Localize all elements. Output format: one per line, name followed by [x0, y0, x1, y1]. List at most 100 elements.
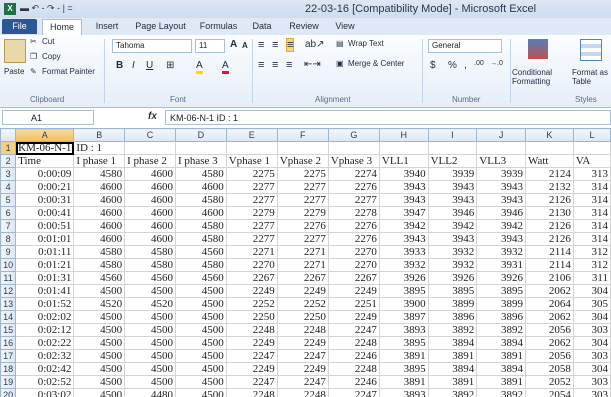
- wrap-text-button[interactable]: Wrap Text: [348, 39, 384, 48]
- cell[interactable]: Vphase 2: [276, 154, 329, 168]
- cell[interactable]: 3893: [378, 323, 429, 337]
- cell[interactable]: 3896: [427, 310, 478, 324]
- cell[interactable]: 4500: [174, 310, 227, 324]
- column-header-a[interactable]: A: [15, 128, 75, 142]
- cell[interactable]: 0:02:42: [15, 362, 75, 376]
- cell[interactable]: 2267: [327, 271, 380, 285]
- cell[interactable]: [225, 141, 278, 155]
- cell[interactable]: [476, 141, 526, 155]
- cell[interactable]: 2249: [327, 310, 380, 324]
- cell[interactable]: 4600: [124, 193, 176, 207]
- cell[interactable]: 2252: [276, 297, 329, 311]
- cell[interactable]: 2247: [225, 375, 278, 389]
- format-as-table-button[interactable]: Format as Table: [572, 68, 611, 86]
- cell[interactable]: 3897: [378, 310, 429, 324]
- cell[interactable]: 3932: [427, 245, 478, 259]
- cell[interactable]: 2248: [327, 336, 380, 350]
- cell[interactable]: 0:03:02: [15, 388, 75, 397]
- cell[interactable]: 3946: [476, 206, 526, 220]
- cell[interactable]: [524, 141, 574, 155]
- cell[interactable]: 2277: [327, 193, 380, 207]
- cell[interactable]: 0:02:52: [15, 375, 75, 389]
- cell[interactable]: 4600: [124, 180, 176, 194]
- cell[interactable]: 3894: [476, 336, 526, 350]
- cell[interactable]: 0:01:41: [15, 284, 75, 298]
- column-header-h[interactable]: H: [378, 128, 429, 142]
- cell[interactable]: 2126: [524, 193, 574, 207]
- cell[interactable]: 314: [572, 193, 611, 207]
- cell[interactable]: 2271: [276, 245, 329, 259]
- cell[interactable]: 4500: [174, 284, 227, 298]
- cell[interactable]: VLL2: [427, 154, 478, 168]
- cell[interactable]: 2247: [327, 323, 380, 337]
- cell[interactable]: 2270: [327, 245, 380, 259]
- cell[interactable]: 4500: [73, 362, 126, 376]
- cell[interactable]: 2249: [276, 362, 329, 376]
- cell[interactable]: 2114: [524, 258, 574, 272]
- cell[interactable]: 2279: [225, 206, 278, 220]
- cell[interactable]: 4500: [174, 375, 227, 389]
- cell[interactable]: 4600: [174, 206, 227, 220]
- cell[interactable]: 2054: [524, 388, 574, 397]
- cell[interactable]: 3946: [427, 206, 478, 220]
- cell[interactable]: 3939: [476, 167, 526, 181]
- cell[interactable]: 2132: [524, 180, 574, 194]
- cell[interactable]: 4580: [174, 258, 227, 272]
- cell[interactable]: 4600: [73, 180, 126, 194]
- cell[interactable]: 3891: [476, 349, 526, 363]
- cell[interactable]: 2052: [524, 375, 574, 389]
- cell[interactable]: 3942: [476, 219, 526, 233]
- cell[interactable]: 4500: [124, 349, 176, 363]
- cell[interactable]: 2062: [524, 284, 574, 298]
- cell[interactable]: 2279: [276, 206, 329, 220]
- align-bottom-icon[interactable]: ≡: [286, 38, 295, 52]
- cell[interactable]: 312: [572, 258, 611, 272]
- row-header[interactable]: 15: [0, 323, 17, 337]
- cell[interactable]: 312: [572, 245, 611, 259]
- cell[interactable]: 3939: [427, 167, 478, 181]
- cell[interactable]: 3940: [378, 167, 429, 181]
- cell[interactable]: 3943: [427, 180, 478, 194]
- currency-button[interactable]: $: [430, 60, 436, 71]
- cell[interactable]: VLL3: [476, 154, 526, 168]
- cell[interactable]: 4560: [174, 245, 227, 259]
- cell[interactable]: 4500: [124, 323, 176, 337]
- increase-decimal-button[interactable]: .00: [474, 60, 484, 67]
- cell[interactable]: 0:01:11: [15, 245, 75, 259]
- cell[interactable]: 2247: [276, 349, 329, 363]
- tab-view[interactable]: View: [330, 19, 360, 34]
- cell[interactable]: 4580: [174, 167, 227, 181]
- cell[interactable]: 4600: [73, 206, 126, 220]
- cell[interactable]: 3894: [427, 336, 478, 350]
- cell[interactable]: 303: [572, 388, 611, 397]
- cell[interactable]: 0:00:41: [15, 206, 75, 220]
- cell[interactable]: 2274: [327, 167, 380, 181]
- cell[interactable]: 304: [572, 284, 611, 298]
- cell[interactable]: 304: [572, 336, 611, 350]
- cell[interactable]: 4580: [174, 232, 227, 246]
- cell[interactable]: 4600: [73, 232, 126, 246]
- cell[interactable]: 2267: [225, 271, 278, 285]
- tab-review[interactable]: Review: [284, 19, 324, 34]
- row-header[interactable]: 3: [0, 167, 17, 181]
- cell[interactable]: [124, 141, 176, 155]
- cell[interactable]: 313: [572, 167, 611, 181]
- cell[interactable]: 3943: [378, 232, 429, 246]
- cell[interactable]: 3895: [378, 336, 429, 350]
- row-header[interactable]: 16: [0, 336, 17, 350]
- column-header-k[interactable]: K: [524, 128, 574, 142]
- cut-button[interactable]: Cut: [42, 37, 54, 46]
- percent-button[interactable]: %: [448, 60, 457, 71]
- cell[interactable]: 4500: [73, 375, 126, 389]
- cell[interactable]: VLL1: [378, 154, 429, 168]
- align-left-icon[interactable]: ≡: [258, 59, 264, 71]
- cell[interactable]: 4480: [124, 388, 176, 397]
- cell[interactable]: Time: [15, 154, 75, 168]
- cell[interactable]: 4600: [73, 193, 126, 207]
- paste-button[interactable]: Paste: [4, 67, 24, 76]
- cell[interactable]: I phase 2: [124, 154, 176, 168]
- cell[interactable]: 3942: [378, 219, 429, 233]
- cell[interactable]: 4560: [124, 271, 176, 285]
- column-header-i[interactable]: I: [427, 128, 478, 142]
- tab-insert[interactable]: Insert: [90, 19, 124, 34]
